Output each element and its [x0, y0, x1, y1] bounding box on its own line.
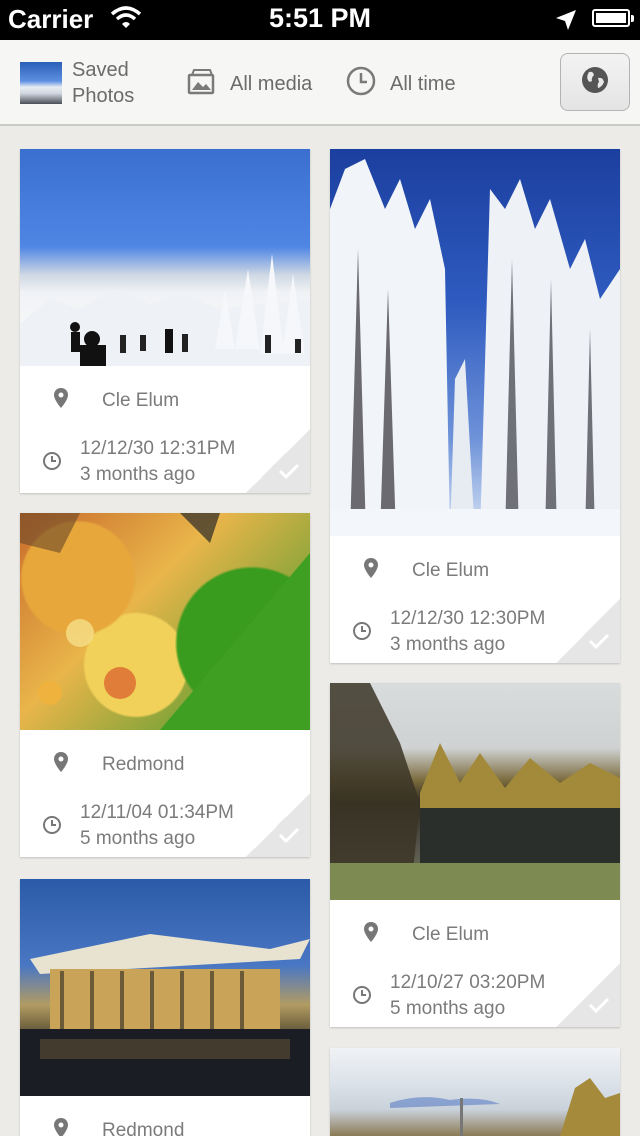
check-icon — [278, 826, 300, 849]
map-view-button[interactable] — [560, 53, 630, 111]
check-icon — [588, 632, 610, 655]
globe-icon — [580, 65, 610, 100]
status-time: 5:51 PM — [268, 3, 372, 33]
photo-thumbnail — [20, 879, 310, 1096]
date-label: 12/12/30 12:31PM — [80, 438, 236, 459]
album-label-line2: Photos — [72, 85, 135, 107]
timestamp-row: 12/12/30 12:30PM 3 months ago — [352, 606, 545, 658]
photo-card[interactable] — [330, 1048, 620, 1136]
select-corner[interactable] — [556, 963, 620, 1027]
location-row: Cle Elum — [46, 388, 179, 414]
location-pin-icon — [46, 752, 76, 778]
location-pin-icon — [356, 922, 386, 948]
photo-card[interactable]: Cle Elum 12/12/30 12:30PM 3 months ago — [330, 149, 620, 663]
relative-time-label: 3 months ago — [80, 464, 196, 485]
photo-thumbnail — [20, 513, 310, 730]
photo-card[interactable]: Cle Elum 12/10/27 03:20PM 5 months ago — [330, 683, 620, 1027]
location-label: Redmond — [102, 1120, 185, 1136]
time-filter-button[interactable]: All time — [346, 66, 456, 102]
clock-icon — [352, 985, 372, 1013]
location-row: Redmond — [46, 1118, 184, 1136]
select-corner[interactable] — [246, 793, 310, 857]
clock-icon — [352, 621, 372, 649]
location-row: Redmond — [46, 752, 184, 778]
date-label: 12/12/30 12:30PM — [390, 608, 546, 629]
check-icon — [278, 462, 300, 485]
photo-thumbnail — [330, 149, 620, 536]
photo-thumbnail — [330, 683, 620, 900]
location-label: Cle Elum — [102, 390, 180, 411]
location-label: Cle Elum — [412, 560, 490, 581]
battery-icon — [592, 9, 634, 27]
select-corner[interactable] — [556, 599, 620, 663]
album-label-line1: Saved — [72, 59, 129, 81]
check-icon — [588, 996, 610, 1019]
media-filter-label: All media — [230, 72, 313, 95]
clock-icon — [346, 66, 376, 102]
location-pin-icon — [356, 558, 386, 584]
location-label: Cle Elum — [412, 924, 490, 945]
timestamp-row: 12/10/27 03:20PM 5 months ago — [352, 970, 545, 1022]
timestamp-row: 12/12/30 12:31PM 3 months ago — [42, 436, 235, 488]
date-label: 12/10/27 03:20PM — [390, 972, 546, 993]
clock-icon — [42, 815, 62, 843]
media-filter-button[interactable]: All media — [186, 66, 312, 102]
location-pin-icon — [46, 1118, 76, 1136]
photo-thumbnail — [20, 149, 310, 366]
status-bar: Carrier 5:51 PM — [0, 0, 640, 40]
album-thumbnail — [20, 62, 62, 104]
time-filter-label: All time — [390, 72, 456, 95]
media-icon — [186, 66, 216, 102]
album-label: Saved Photos — [72, 57, 134, 109]
relative-time-label: 3 months ago — [390, 634, 506, 655]
photo-card[interactable]: Redmond — [20, 879, 310, 1136]
location-label: Redmond — [102, 754, 185, 775]
photo-card[interactable]: Redmond 12/11/04 01:34PM 5 months ago — [20, 513, 310, 857]
photo-card[interactable]: Cle Elum 12/12/30 12:31PM 3 months ago — [20, 149, 310, 493]
location-row: Cle Elum — [356, 558, 489, 584]
clock-icon — [42, 451, 62, 479]
timestamp-row: 12/11/04 01:34PM 5 months ago — [42, 800, 234, 852]
select-corner[interactable] — [246, 429, 310, 493]
location-arrow-icon — [554, 8, 578, 37]
date-label: 12/11/04 01:34PM — [80, 802, 234, 823]
photo-thumbnail — [330, 1048, 620, 1136]
relative-time-label: 5 months ago — [80, 828, 196, 849]
filter-toolbar: Saved Photos All media All time — [0, 40, 640, 126]
location-pin-icon — [46, 388, 76, 414]
location-row: Cle Elum — [356, 922, 489, 948]
relative-time-label: 5 months ago — [390, 998, 506, 1019]
